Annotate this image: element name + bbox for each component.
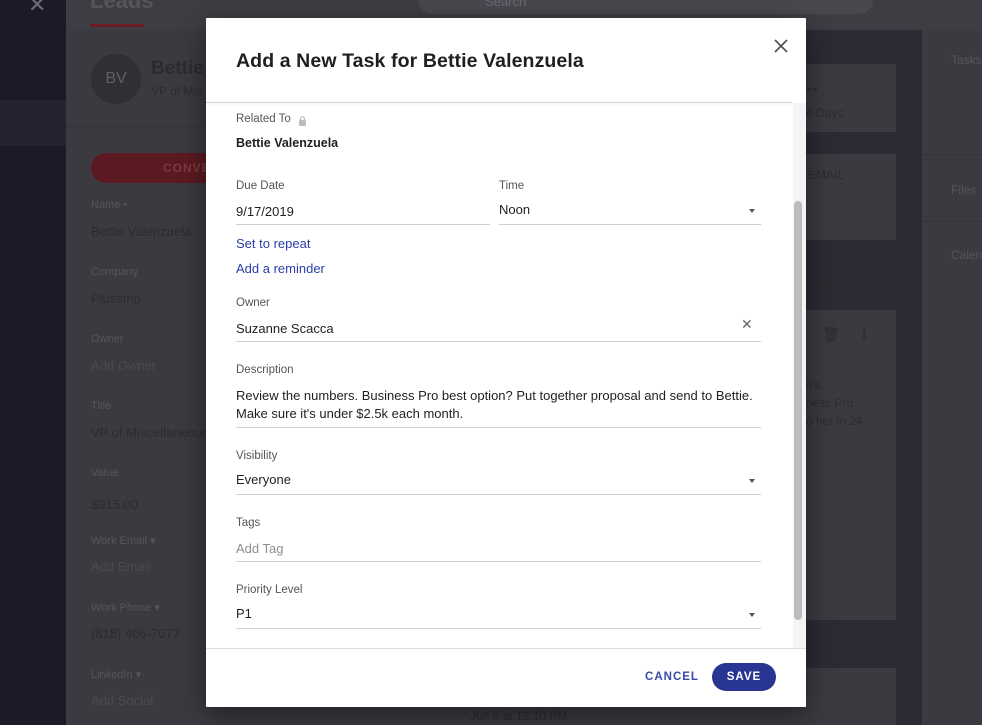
priority-underline: [236, 628, 761, 629]
lock-icon: [299, 116, 306, 126]
convert-button[interactable]: CONVE: [91, 153, 221, 183]
close-icon[interactable]: [769, 34, 793, 58]
tags-underline: [236, 561, 761, 562]
visibility-underline: [236, 494, 761, 495]
footer-divider: [206, 648, 806, 649]
due-date-underline: [236, 224, 490, 225]
field-label: LinkedIn ▾: [91, 669, 142, 681]
chevron-down-icon[interactable]: [749, 479, 755, 483]
contact-subtitle: VP of Mis: [151, 84, 203, 98]
field-value[interactable]: Bettie Valenzuela: [91, 224, 191, 239]
field-value[interactable]: VP of Miscellaneous: [91, 425, 209, 440]
close-icon-glyph: [774, 39, 788, 53]
time-underline: [499, 224, 761, 225]
page-title: Leads: [90, 0, 154, 13]
note-text-line: ness Pro: [806, 396, 854, 410]
right-rail-tasks[interactable]: Tasks: [951, 53, 982, 67]
note-text-line: it's: [806, 378, 821, 392]
set-to-repeat-link[interactable]: Set to repeat: [236, 236, 310, 251]
description-line-1[interactable]: Review the numbers. Business Pro best op…: [236, 388, 753, 403]
right-rail-divider: [922, 154, 982, 155]
dialog-title: Add a New Task for Bettie Valenzuela: [236, 50, 584, 72]
tags-label: Tags: [236, 517, 261, 529]
field-placeholder[interactable]: Add Social: [91, 693, 153, 708]
field-label: Work Email ▾: [91, 535, 156, 547]
tags-input[interactable]: Add Tag: [236, 541, 283, 556]
more-icon[interactable]: ⋮: [857, 326, 871, 343]
note-card: [794, 310, 896, 620]
scrollbar-thumb[interactable]: [794, 201, 802, 620]
description-label: Description: [236, 364, 294, 376]
field-label: Value: [91, 467, 119, 479]
right-rail-files[interactable]: Files: [951, 183, 976, 197]
email-tab[interactable]: EMAIL: [808, 168, 844, 182]
add-reminder-link[interactable]: Add a reminder: [236, 261, 325, 276]
page-title-underline: [90, 24, 144, 27]
search-placeholder: Search: [485, 0, 527, 9]
owner-field[interactable]: Suzanne Scacca: [236, 321, 334, 336]
owner-label: Owner: [236, 297, 270, 309]
field-value[interactable]: (818) 406-7077: [91, 626, 180, 641]
description-underline: [236, 427, 761, 428]
visibility-select[interactable]: Everyone: [236, 472, 291, 487]
stat-label: e Days: [806, 106, 844, 120]
cancel-button[interactable]: CANCEL: [640, 664, 704, 690]
left-rail: [0, 0, 66, 725]
priority-label: Priority Level: [236, 584, 303, 596]
related-to-label: Related To: [236, 113, 291, 125]
note-text-line: o her in 24: [806, 414, 863, 428]
chevron-down-icon[interactable]: [749, 209, 755, 213]
field-value[interactable]: $915.00: [91, 497, 138, 512]
trash-icon[interactable]: 🗑: [822, 326, 840, 343]
add-task-dialog: Add a New Task for Bettie Valenzuela Rel…: [206, 18, 806, 707]
due-date-label: Due Date: [236, 180, 285, 192]
close-icon[interactable]: ✕: [28, 0, 46, 18]
dialog-header: Add a New Task for Bettie Valenzuela: [206, 18, 806, 103]
field-label: Company: [91, 266, 139, 278]
visibility-label: Visibility: [236, 450, 278, 462]
time-select[interactable]: Noon: [499, 202, 530, 217]
related-to-value: Bettie Valenzuela: [236, 136, 339, 150]
chevron-down-icon[interactable]: [749, 613, 755, 617]
right-rail-divider: [922, 221, 982, 222]
field-placeholder[interactable]: Add Owner: [91, 358, 156, 373]
filters-button[interactable]: Filters (7): [817, 279, 871, 293]
right-rail-calendar[interactable]: Calen: [951, 248, 982, 262]
description-line-2[interactable]: Make sure it's under $2.5k each month.: [236, 406, 463, 421]
dialog-body: Related To Bettie Valenzuela Due Date 9/…: [206, 103, 792, 648]
compose-card: [794, 154, 896, 240]
avatar: BV: [91, 54, 141, 104]
owner-underline: [236, 341, 761, 342]
field-placeholder[interactable]: Add Email: [91, 559, 150, 574]
save-button[interactable]: SAVE: [712, 663, 776, 691]
field-value[interactable]: Plusstrip: [91, 291, 141, 306]
field-label: Work Phone ▾: [91, 602, 160, 614]
due-date-field[interactable]: 9/17/2019: [236, 204, 294, 219]
field-label: Owner: [91, 333, 124, 345]
field-label: Name •: [91, 199, 128, 211]
time-label: Time: [499, 180, 525, 192]
right-rail: [922, 30, 982, 725]
priority-select[interactable]: P1: [236, 606, 252, 621]
clear-icon[interactable]: ✕: [741, 316, 753, 333]
stat-value: --: [806, 78, 818, 98]
left-rail-active-item[interactable]: [0, 100, 66, 146]
field-label: Title: [91, 400, 112, 412]
contact-name: Bettie: [151, 58, 204, 79]
activity-timestamp: Jun 6 at 12:10 PM: [470, 709, 568, 723]
